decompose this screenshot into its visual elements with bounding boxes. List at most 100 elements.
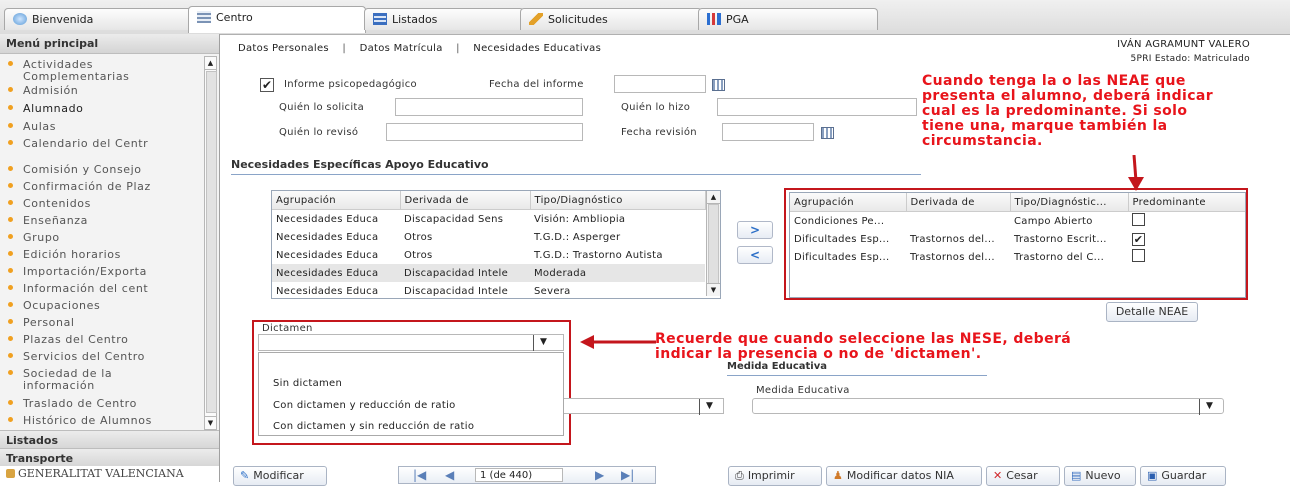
grid-scrollbar[interactable]: ▲ ▼ [706, 191, 720, 296]
sidebar-item-ensenanza[interactable]: Enseñanza [8, 214, 88, 227]
column-header[interactable]: Agrupación [790, 193, 907, 212]
chevron-down-icon[interactable]: ▼ [533, 335, 553, 351]
solicita-input[interactable] [395, 98, 583, 116]
sidebar-item-edicion-horarios[interactable]: Edición horarios [8, 248, 121, 261]
cesar-button[interactable]: ✕ Cesar [986, 466, 1060, 486]
sidebar-item-historico[interactable]: Histórico de Alumnos [8, 414, 152, 427]
sidebar-item-importacion[interactable]: Importación/Exporta [8, 265, 147, 278]
imprimir-button[interactable]: ⎙ Imprimir [728, 466, 822, 486]
sidebar-item-sociedad-cont[interactable]: información [23, 379, 95, 392]
next-page-icon[interactable]: ▶ [595, 468, 604, 482]
move-right-button[interactable]: > [737, 221, 773, 239]
prev-page-icon[interactable]: ◀ [445, 468, 454, 482]
sidebar-item-plazas[interactable]: Plazas del Centro [8, 333, 128, 346]
sidebar-item-servicios[interactable]: Servicios del Centro [8, 350, 145, 363]
user-edit-icon: ♟ [833, 469, 843, 482]
modificar-button[interactable]: ✎ Modificar [233, 466, 327, 486]
calendar-icon[interactable] [821, 127, 834, 139]
sidebar-item-actividades-cont[interactable]: Complementarias [23, 70, 130, 83]
table-row[interactable]: Necesidades Educa Otros T.G.D.: Trastorno … [272, 246, 705, 264]
neae-available-grid: Agrupación Derivada de Tipo/Diagnóstico … [271, 190, 721, 299]
tab-listados[interactable]: Listados [364, 8, 524, 30]
sidebar-item-ocupaciones[interactable]: Ocupaciones [8, 299, 100, 312]
neae-available-table: Agrupación Derivada de Tipo/Diagnóstico … [272, 191, 706, 298]
sidebar-item-calendario[interactable]: Calendario del Centr [8, 137, 148, 150]
sidebar-item-grupo[interactable]: Grupo [8, 231, 60, 244]
dropdown-option[interactable]: Con dictamen y sin reducción de ratio [273, 421, 474, 432]
table-row[interactable]: Necesidades Educa Discapacidad Intele Mode… [272, 264, 705, 282]
tab-bienvenida[interactable]: Bienvenida [4, 8, 194, 30]
column-header[interactable]: Tipo/Diagnóstic... [1010, 193, 1129, 212]
sidebar-item-aulas[interactable]: Aulas [8, 120, 56, 133]
sidebar-item-traslado[interactable]: Traslado de Centro [8, 397, 137, 410]
dropdown-option[interactable]: Con dictamen y reducción de ratio [273, 400, 456, 411]
bullet-icon [8, 285, 13, 290]
tab-solicitudes[interactable]: Solicitudes [520, 8, 702, 30]
bullet-icon [8, 417, 13, 422]
subnav: Datos Personales | Datos Matrícula | Nec… [238, 43, 601, 54]
table-row[interactable]: Necesidades Educa Discapacidad Sens Visión… [272, 210, 705, 229]
tab-pga[interactable]: PGA [698, 8, 878, 30]
scroll-up-icon[interactable]: ▲ [707, 191, 720, 204]
chevron-down-icon[interactable]: ▼ [699, 399, 719, 415]
sidebar-section-transporte[interactable]: Transporte [0, 448, 219, 468]
calendar-icon[interactable] [712, 79, 725, 91]
sidebar-item-confirmacion[interactable]: Confirmación de Plaz [8, 180, 151, 193]
subnav-necesidades[interactable]: Necesidades Educativas [473, 43, 601, 54]
bullet-icon [8, 217, 13, 222]
subnav-datos-matricula[interactable]: Datos Matrícula [360, 43, 443, 54]
hizo-input[interactable] [717, 98, 917, 116]
predominante-checkbox[interactable] [1132, 249, 1145, 262]
subnav-datos-personales[interactable]: Datos Personales [238, 43, 329, 54]
scroll-thumb[interactable] [708, 204, 719, 284]
sidebar-item-personal[interactable]: Personal [8, 316, 75, 329]
column-header[interactable]: Agrupación [272, 191, 401, 210]
scroll-down-icon[interactable]: ▼ [707, 283, 720, 296]
scroll-thumb[interactable] [206, 71, 217, 413]
scroll-down-icon[interactable]: ▼ [205, 416, 216, 429]
bullet-icon [8, 353, 13, 358]
column-header[interactable]: Derivada de [906, 193, 1011, 212]
nuevo-button[interactable]: ▤ Nuevo [1064, 466, 1136, 486]
predominante-checkbox[interactable] [1132, 213, 1145, 226]
sidebar-item-contenidos[interactable]: Contenidos [8, 197, 91, 210]
sidebar-item-informacion[interactable]: Información del cent [8, 282, 148, 295]
column-header[interactable]: Derivada de [400, 191, 531, 210]
dropdown-option[interactable]: Sin dictamen [273, 378, 342, 389]
first-page-icon[interactable]: |◀ [413, 468, 426, 482]
sidebar-item-alumnado[interactable]: Alumnado [8, 102, 84, 115]
informe-checkbox[interactable]: ✔ [260, 78, 274, 92]
sidebar-item-comision[interactable]: Comisión y Consejo [8, 163, 142, 176]
scroll-up-icon[interactable]: ▲ [205, 57, 216, 70]
table-row[interactable]: Dificultades Esp... Trastornos del... Tr… [790, 248, 1245, 266]
page-input[interactable]: 1 (de 440) [475, 468, 563, 482]
column-header[interactable]: Predominante [1128, 193, 1245, 212]
chevron-down-icon[interactable]: ▼ [1199, 399, 1219, 415]
fecha-revision-input[interactable] [722, 123, 814, 141]
reviso-label: Quién lo revisó [279, 127, 359, 138]
bullet-icon [8, 200, 13, 205]
column-header[interactable]: Tipo/Diagnóstico [530, 191, 706, 210]
table-row[interactable]: Dificultades Esp... Trastornos del... Tr… [790, 230, 1245, 248]
move-left-button[interactable]: < [737, 246, 773, 264]
reviso-input[interactable] [386, 123, 583, 141]
last-page-icon[interactable]: ▶| [621, 468, 634, 482]
table-cell: T.G.D.: Asperger [534, 231, 621, 243]
sidebar-item-admision[interactable]: Admisión [8, 84, 78, 97]
table-row[interactable]: Condiciones Pe... Campo Abierto [790, 212, 1245, 231]
dictamen-select[interactable]: ▼ [258, 334, 564, 351]
detalle-neae-button[interactable]: Detalle NEAE [1106, 302, 1198, 322]
left-select[interactable]: ▼ [564, 398, 724, 415]
solicita-label: Quién lo solicita [279, 102, 365, 113]
table-row[interactable]: Necesidades Educa Otros T.G.D.: Asperger [272, 228, 705, 246]
modificar-nia-button[interactable]: ♟ Modificar datos NIA [826, 466, 982, 486]
medida-select[interactable]: ▼ [752, 398, 1224, 415]
sidebar-section-listados[interactable]: Listados [0, 430, 219, 450]
table-row[interactable]: Necesidades Educa Discapacidad Intele Seve… [272, 282, 705, 298]
tab-centro[interactable]: Centro [188, 6, 366, 33]
guardar-button[interactable]: ▣ Guardar [1140, 466, 1226, 486]
sidebar-scrollbar[interactable]: ▲ ▼ [204, 56, 217, 430]
predominante-checkbox[interactable]: ✔ [1132, 232, 1145, 246]
fecha-informe-input[interactable] [614, 75, 706, 93]
bullet-icon [8, 336, 13, 341]
